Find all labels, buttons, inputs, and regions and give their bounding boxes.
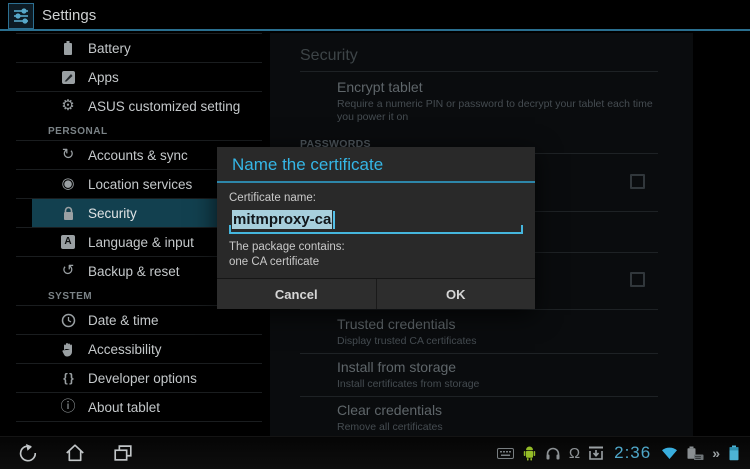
hand-icon <box>58 342 78 357</box>
battery-icon <box>728 445 740 461</box>
certificate-name-input[interactable]: mitmproxy-ca <box>229 207 523 234</box>
trusted-credentials-row[interactable]: Trusted credentials Display trusted CA c… <box>270 310 693 353</box>
install-from-storage-row[interactable]: Install from storage Install certificate… <box>270 354 693 396</box>
battery-icon <box>58 40 78 56</box>
dialog-button-bar: Cancel OK <box>217 278 535 309</box>
sidebar-section-personal: PERSONAL <box>0 120 262 140</box>
home-button[interactable] <box>62 441 88 465</box>
info-icon: ⓘ <box>58 397 78 417</box>
sidebar-item-date-time[interactable]: Date & time <box>0 306 262 334</box>
ok-button[interactable]: OK <box>377 279 536 309</box>
package-contains-label: The package contains: <box>229 240 523 255</box>
checkbox-unchecked[interactable] <box>630 174 645 189</box>
clear-credentials-row[interactable]: Clear credentials Remove all certificate… <box>270 397 693 439</box>
settings-app-icon[interactable] <box>8 3 34 29</box>
back-button[interactable] <box>14 441 40 465</box>
name-certificate-dialog: Name the certificate Certificate name: m… <box>217 147 535 309</box>
cancel-button[interactable]: Cancel <box>217 279 377 309</box>
recent-apps-button[interactable] <box>110 441 136 465</box>
page-title: Settings <box>42 0 96 31</box>
encrypt-tablet-row[interactable]: Encrypt tablet Require a numeric PIN or … <box>270 72 693 132</box>
download-tray-icon <box>588 446 604 461</box>
system-bar: Ω 2:36 » <box>0 436 750 469</box>
sidebar-item-apps[interactable]: Apps <box>0 63 262 91</box>
sidebar-item-accessibility[interactable]: Accessibility <box>0 335 262 363</box>
clock-time: 2:36 <box>614 443 651 463</box>
keyboard-icon <box>497 448 514 459</box>
android-settings-screen: { "header": { "title": "Settings" }, "si… <box>0 0 750 469</box>
android-debug-icon <box>522 445 537 461</box>
lock-icon <box>58 206 78 221</box>
clock-icon <box>58 313 78 328</box>
dock-battery-icon <box>686 446 704 461</box>
gear-icon: ⚙ <box>58 96 78 116</box>
package-contents-value: one CA certificate <box>229 255 523 270</box>
content-title: Security <box>300 47 693 71</box>
apps-icon <box>58 70 78 85</box>
sidebar-item-about-tablet[interactable]: ⓘ About tablet <box>0 393 262 421</box>
sidebar-item-developer-options[interactable]: { } Developer options <box>0 364 262 392</box>
certificate-name-label: Certificate name: <box>229 192 523 204</box>
chevrons-icon: » <box>712 445 720 461</box>
sidebar-item-asus-customized-setting[interactable]: ⚙ ASUS customized setting <box>0 92 262 120</box>
text-cursor <box>333 211 335 229</box>
checkbox-unchecked[interactable] <box>630 272 645 287</box>
dialog-title: Name the certificate <box>217 147 535 181</box>
action-bar: Settings <box>0 0 750 31</box>
backup-icon: ↺ <box>58 261 78 281</box>
sync-icon: ↻ <box>58 145 78 165</box>
headphones-icon: Ω <box>569 446 580 461</box>
status-tray[interactable]: Ω 2:36 » <box>497 443 750 463</box>
certificate-name-value-selected: mitmproxy-ca <box>232 210 332 229</box>
headset-icon <box>545 446 561 461</box>
sidebar-item-battery[interactable]: Battery <box>0 34 262 62</box>
language-icon: A <box>58 235 78 249</box>
location-icon: ◉ <box>58 174 78 194</box>
braces-icon: { } <box>58 368 78 388</box>
wifi-icon <box>661 446 678 460</box>
